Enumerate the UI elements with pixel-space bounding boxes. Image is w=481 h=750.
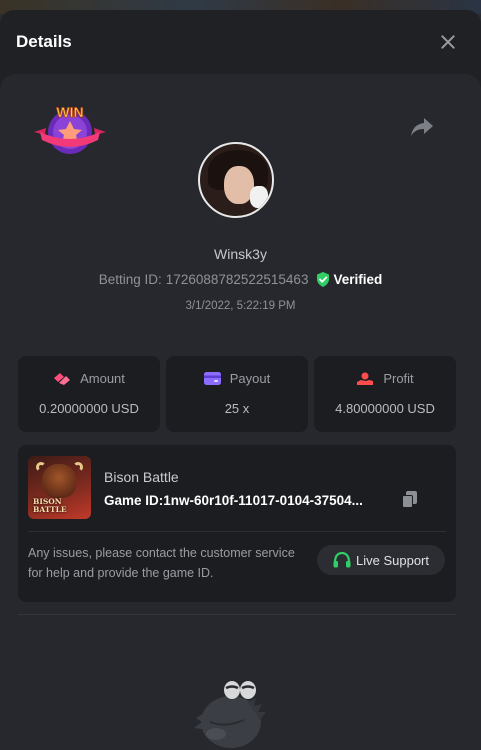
bet-date: 3/1/2022, 5:22:19 PM [185,300,296,312]
details-modal: Details WIN Winsk3y Betting ID: 17260887… [0,10,481,750]
verified-badge: Verified [316,272,382,287]
modal-title: Details [16,32,72,51]
game-name: Bison Battle [104,469,179,485]
live-support-label: Live Support [356,552,429,568]
avatar [198,142,274,218]
game-thumbnail[interactable]: BISON BATTLE [28,456,91,519]
game-id-row: Game ID:1nw-60r10f-11017-0104-37504... [104,491,418,509]
divider [18,614,456,615]
headset-icon [333,551,351,567]
betting-id-value: 1726088782522515463 [165,272,309,287]
profit-label: Profit [383,371,414,386]
shield-check-icon [317,272,330,287]
amount-value: 0.20000000 USD [39,401,139,416]
modal-header: Details [0,10,481,74]
bet-details-panel: WIN Winsk3y Betting ID: 1726088782522515… [0,74,481,750]
betting-id-label: Betting ID: [98,272,162,287]
profit-value: 4.80000000 USD [335,401,435,416]
amount-icon [54,372,71,385]
share-icon[interactable] [410,116,434,138]
verified-label: Verified [333,272,383,287]
stats-row: Amount 0.20000000 USD Payout 25 x Profit… [18,356,456,432]
profit-icon [357,372,374,385]
game-thumbnail-text: BISON BATTLE [33,497,67,514]
stat-profit: Profit 4.80000000 USD [314,356,456,432]
amount-label: Amount [80,371,125,386]
live-support-button[interactable]: Live Support [317,545,445,575]
stat-payout: Payout 25 x [166,356,308,432]
close-icon[interactable] [438,32,458,52]
game-card: BISON BATTLE Bison Battle Game ID:1nw-60… [18,445,456,602]
win-badge-text: WIN [56,104,83,120]
payout-icon [203,372,221,385]
win-badge-icon: WIN [34,104,106,154]
support-note: Any issues, please contact the customer … [28,546,295,580]
betting-id-row: Betting ID: 1726088782522515463 Verified [0,272,481,287]
payout-label: Payout [229,371,271,386]
payout-value: 25 x [224,401,250,416]
username: Winsk3y [214,246,267,262]
copy-icon[interactable] [402,491,418,509]
divider [28,531,446,532]
crocodile-mascot-icon [194,681,266,748]
game-id: Game ID:1nw-60r10f-11017-0104-37504... [104,492,363,508]
stat-amount: Amount 0.20000000 USD [18,356,160,432]
